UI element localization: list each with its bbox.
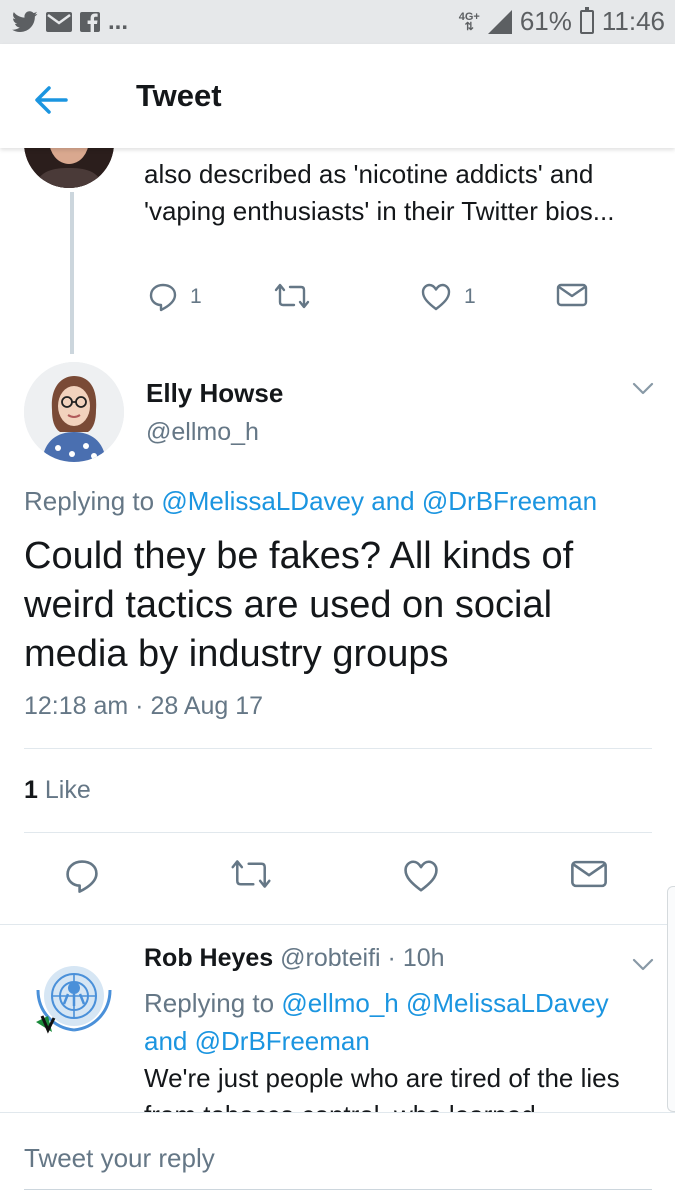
likes-summary[interactable]: 1 Like <box>24 776 91 805</box>
more-notifications: ... <box>108 8 129 35</box>
status-bar: ... 4G+ ⇅ 61% 11:46 <box>0 0 675 44</box>
like-button[interactable] <box>402 858 440 894</box>
avatar[interactable] <box>24 362 124 462</box>
notification-icons: ... <box>12 8 128 36</box>
previous-tweet-text: also described as 'nicotine addicts' and… <box>144 159 615 226</box>
signal-icon <box>487 9 512 34</box>
mention-link[interactable]: @MelissaLDavey <box>406 988 609 1018</box>
author-name[interactable]: Elly Howse <box>146 378 283 409</box>
mail-icon <box>46 12 72 32</box>
divider <box>24 832 652 833</box>
author-handle[interactable]: @robteifi <box>280 944 380 972</box>
system-status: 4G+ ⇅ 61% 11:46 <box>459 6 665 37</box>
tweet-age: · 10h <box>387 944 445 972</box>
clock: 11:46 <box>601 6 665 36</box>
mention-link[interactable]: @MelissaLDavey <box>161 486 364 516</box>
battery-percent: 61% <box>519 6 572 36</box>
divider <box>24 748 652 749</box>
network-type: 4G+ ⇅ <box>458 10 480 33</box>
battery-icon <box>579 6 594 34</box>
reply-icon <box>66 860 98 893</box>
author-handle[interactable]: @ellmo_h <box>146 418 259 447</box>
chevron-down-icon[interactable] <box>632 958 654 972</box>
like-icon <box>421 283 451 311</box>
mention-link[interactable]: @DrBFreeman <box>195 1026 370 1056</box>
retweet-button[interactable] <box>274 282 310 310</box>
reply-icon <box>149 283 177 312</box>
dm-button[interactable] <box>556 282 588 308</box>
dm-icon <box>556 283 588 307</box>
mention-link[interactable]: @ellmo_h <box>281 988 398 1018</box>
reply-input[interactable]: Tweet your reply <box>24 1143 215 1174</box>
tweet-actions <box>64 858 624 902</box>
chevron-down-icon[interactable] <box>632 382 654 396</box>
reply-header: Rob Heyes @robteifi · 10h <box>144 944 445 973</box>
dm-icon <box>571 860 607 888</box>
reply-composer: Tweet your reply <box>0 1112 675 1200</box>
tweet-timestamp: 12:18 am · 28 Aug 17 <box>24 692 264 720</box>
author-name[interactable]: Rob Heyes <box>144 944 273 972</box>
tweet-text: Could they be fakes? All kinds of weird … <box>24 535 574 675</box>
app-bar: Tweet <box>0 44 675 148</box>
mention-link[interactable]: @DrBFreeman <box>422 486 597 516</box>
retweet-button[interactable] <box>230 858 272 890</box>
thread-connector <box>70 192 74 354</box>
like-button[interactable]: 1 <box>420 282 476 312</box>
like-icon <box>404 860 438 892</box>
input-underline <box>24 1189 652 1190</box>
reply-button[interactable]: 1 <box>148 282 202 312</box>
like-count: 1 <box>464 285 476 308</box>
previous-tweet-actions: 1 1 <box>144 282 604 322</box>
retweet-icon <box>274 283 310 309</box>
avatar[interactable] <box>24 950 124 1050</box>
tweet-text: We're just people who are tired of the l… <box>144 1063 620 1112</box>
page-title: Tweet <box>136 78 222 113</box>
replying-to: Replying to @ellmo_h @MelissaLDavey and … <box>144 988 609 1056</box>
reply-button[interactable] <box>64 858 100 894</box>
reply-count: 1 <box>190 285 202 308</box>
divider <box>0 924 675 925</box>
facebook-icon <box>80 12 100 32</box>
twitter-icon <box>12 11 38 32</box>
back-button[interactable] <box>30 80 70 120</box>
replying-to: Replying to @MelissaLDavey and @DrBFreem… <box>24 486 598 516</box>
dm-button[interactable] <box>570 858 608 890</box>
retweet-icon <box>231 860 271 888</box>
back-arrow-icon <box>35 86 68 114</box>
scrollbar[interactable] <box>667 886 675 1112</box>
